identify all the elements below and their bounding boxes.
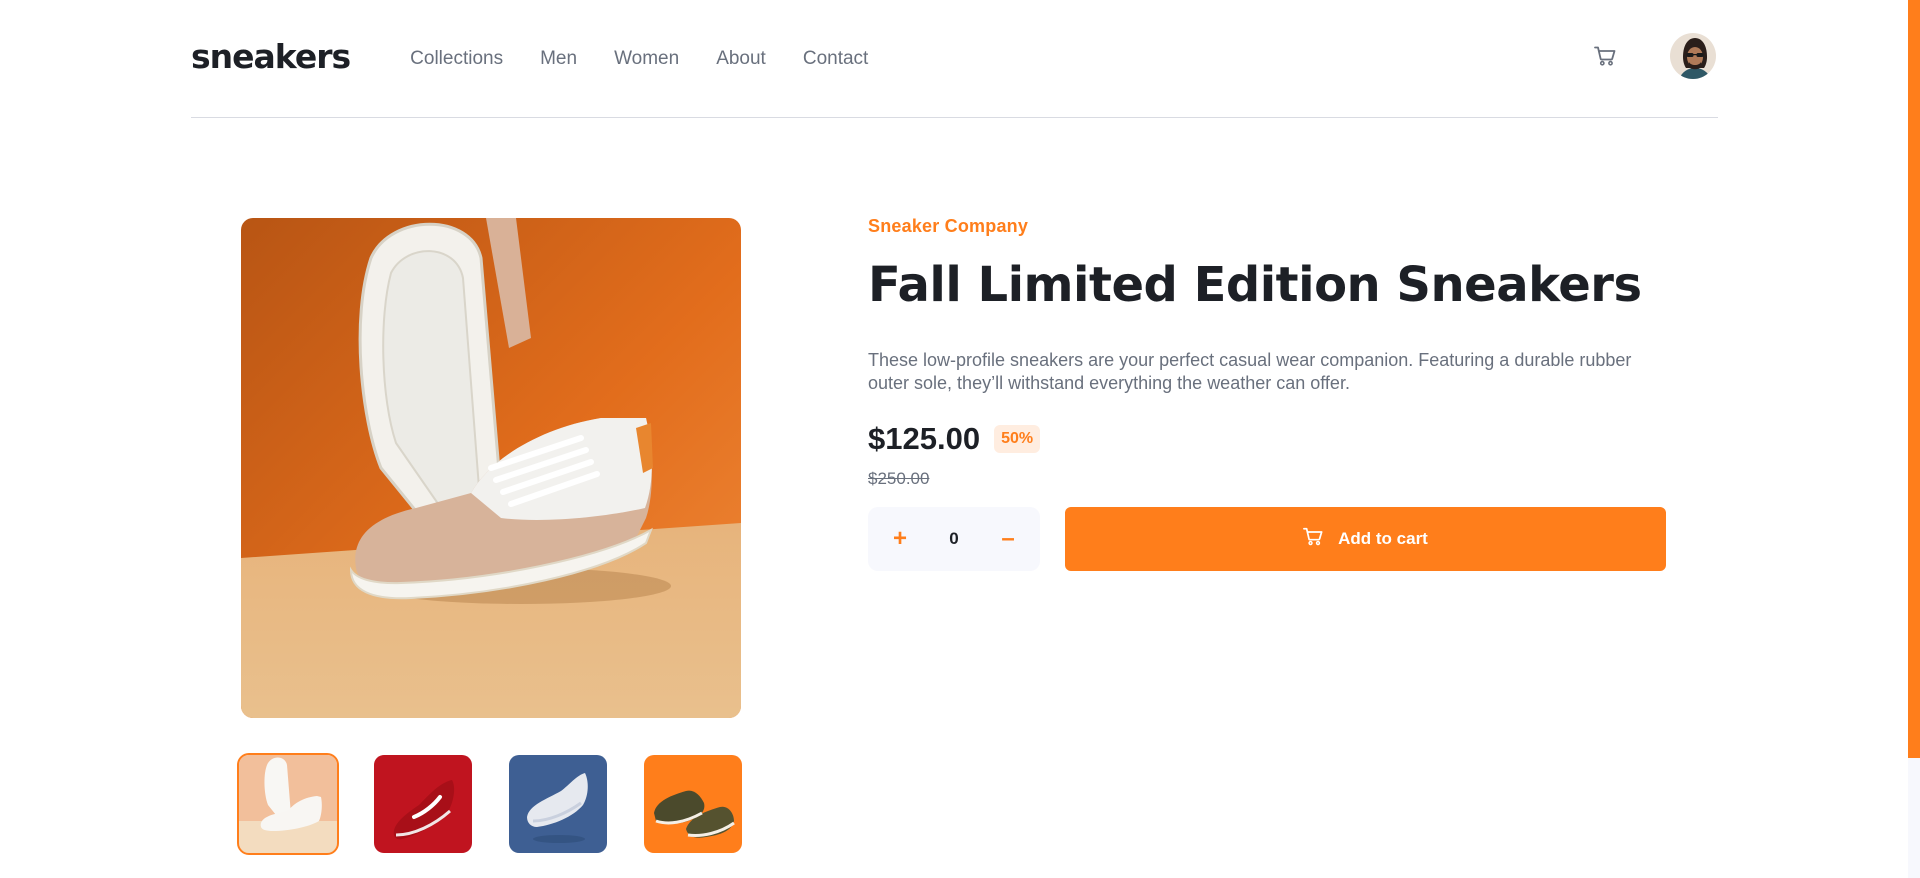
nav-contact[interactable]: Contact bbox=[803, 48, 868, 70]
thumbnail-3[interactable] bbox=[509, 755, 607, 853]
discount-badge: 50% bbox=[994, 425, 1041, 454]
thumbnail-4[interactable] bbox=[644, 755, 742, 853]
product-details: Sneaker Company Fall Limited Edition Sne… bbox=[868, 216, 1668, 572]
product-page: sneakers Collections Men Women About Con… bbox=[0, 0, 1920, 878]
cart-actions: + 0 – Add to cart bbox=[868, 507, 1668, 572]
avatar[interactable] bbox=[1668, 31, 1718, 81]
current-price: $125.00 bbox=[868, 421, 981, 457]
price-row: $125.00 50% bbox=[868, 421, 1668, 457]
product-title: Fall Limited Edition Sneakers bbox=[868, 257, 1642, 313]
edge-scroll-gap bbox=[1908, 758, 1920, 878]
product-description: These low-profile sneakers are your perf… bbox=[868, 350, 1632, 394]
product-main-image[interactable] bbox=[241, 218, 741, 718]
increase-quantity-button[interactable]: + bbox=[888, 527, 912, 551]
add-to-cart-button[interactable]: Add to cart bbox=[1065, 507, 1666, 572]
site-header: sneakers Collections Men Women About Con… bbox=[191, 0, 1718, 118]
nav-women[interactable]: Women bbox=[614, 48, 679, 70]
company-label: Sneaker Company bbox=[868, 216, 1029, 236]
header-actions bbox=[1592, 31, 1718, 81]
cart-icon[interactable] bbox=[1592, 43, 1618, 69]
decrease-quantity-button[interactable]: – bbox=[996, 527, 1020, 551]
quantity-stepper: + 0 – bbox=[868, 507, 1040, 572]
original-price: $250.00 bbox=[868, 469, 930, 489]
thumbnail-2[interactable] bbox=[374, 755, 472, 853]
thumbnail-1[interactable] bbox=[237, 753, 339, 855]
quantity-value: 0 bbox=[949, 529, 959, 549]
edge-accent-bar bbox=[1908, 0, 1920, 758]
nav-collections[interactable]: Collections bbox=[410, 48, 503, 70]
nav-men[interactable]: Men bbox=[540, 48, 577, 70]
logo[interactable]: sneakers bbox=[191, 37, 351, 76]
thumbnail-strip bbox=[237, 753, 742, 855]
cart-icon bbox=[1303, 527, 1323, 551]
add-to-cart-label: Add to cart bbox=[1338, 529, 1428, 549]
nav-about[interactable]: About bbox=[716, 48, 766, 70]
main-nav: Collections Men Women About Contact bbox=[410, 48, 868, 70]
